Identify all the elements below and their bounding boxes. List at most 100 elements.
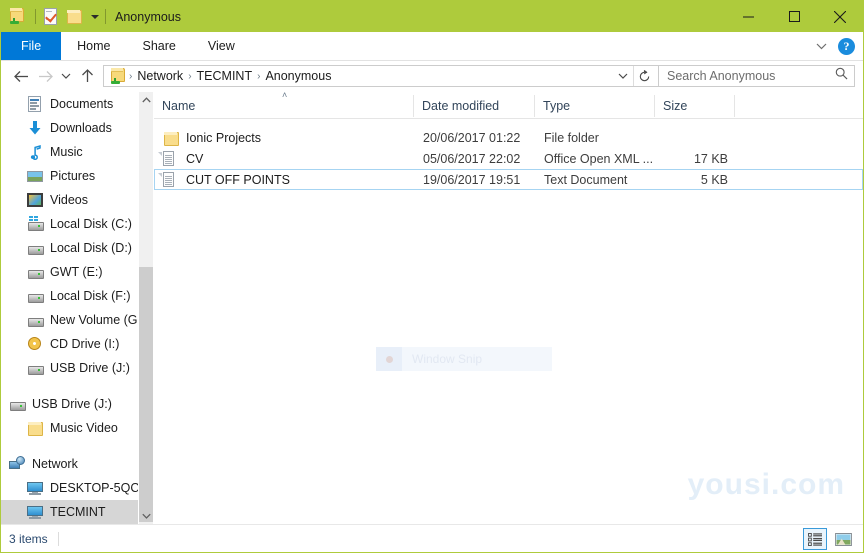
item-count-label: 3 items [9,532,59,546]
sidebar-item-downloads[interactable]: Downloads [1,116,138,140]
sidebar-item-label: USB Drive (J:) [32,397,112,411]
sidebar-item-cd-drive-i[interactable]: CD Drive (I:) [1,332,138,356]
expand-ribbon-chevron-icon[interactable] [808,32,834,60]
column-header-name[interactable]: ˄ Name [154,95,414,117]
text-document-icon [163,172,179,188]
sidebar-item-gwt-e[interactable]: GWT (E:) [1,260,138,284]
details-view-button[interactable] [803,528,827,550]
table-row[interactable]: CV05/06/2017 22:02Office Open XML ...17 … [154,148,863,169]
sidebar-item-label: Pictures [50,169,95,183]
tab-share[interactable]: Share [127,32,192,60]
drive-icon [27,288,43,304]
file-name-cell[interactable]: Ionic Projects [155,130,415,146]
file-list-pane[interactable]: ˄ Name Date modified Type Size Ionic Pro… [154,92,863,524]
table-row[interactable]: CUT OFF POINTS19/06/2017 19:51Text Docum… [154,169,863,190]
sidebar-item-label: DESKTOP-5QCN [50,481,138,495]
ribbon-right-controls: ? [808,32,863,60]
search-icon[interactable] [835,67,848,85]
document-icon [163,151,179,167]
nav-scrollbar-thumb[interactable] [139,267,154,522]
close-button[interactable] [817,1,863,32]
cd-drive-icon [27,336,43,352]
maximize-button[interactable] [771,1,817,32]
window-snip-overlay: Window Snip [376,347,552,371]
sidebar-item-label: Music Video [50,421,118,435]
breadcrumb-item-tecmint[interactable]: TECMINT [193,69,257,83]
column-header-size[interactable]: Size [655,95,735,117]
sidebar-item-pictures[interactable]: Pictures [1,164,138,188]
nav-scroll-down-icon[interactable] [139,508,154,524]
breadcrumb-right-controls [613,66,654,86]
sidebar-item-label: Network [32,457,78,471]
snip-tool-label: Window Snip [412,352,482,366]
network-icon [9,456,25,472]
sidebar-item-music[interactable]: Music [1,140,138,164]
explorer-body: Documents Downloads Music Pictures Videos Loc… [1,92,863,524]
recent-locations-chevron-icon[interactable] [57,64,75,88]
new-folder-icon[interactable] [66,8,84,26]
file-type-cell: Text Document [536,173,656,187]
network-share-icon[interactable] [9,8,27,26]
minimize-button[interactable] [725,1,771,32]
computer-icon [27,480,43,496]
sidebar-item-label: Music [50,145,83,159]
large-icons-view-button[interactable] [831,528,855,550]
sidebar-item-network[interactable]: Network [1,452,138,476]
help-icon[interactable]: ? [838,38,855,55]
sidebar-item-usb-drive-j[interactable]: USB Drive (J:) [1,392,138,416]
sidebar-spacer [1,380,138,392]
sidebar-item-label: CD Drive (I:) [50,337,119,351]
table-row[interactable]: Ionic Projects20/06/2017 01:22File folde… [154,127,863,148]
navigation-scrollbar[interactable] [138,92,153,524]
sidebar-item-music-video[interactable]: Music Video [1,416,138,440]
sidebar-item-desktop-5qcn[interactable]: DESKTOP-5QCN [1,476,138,500]
customize-chevron-icon[interactable] [91,15,99,19]
sidebar-item-label: TECMINT [50,505,106,519]
music-icon [27,144,43,160]
forward-button[interactable] [33,64,57,88]
sidebar-item-local-disk-c[interactable]: Local Disk (C:) [1,212,138,236]
breadcrumb[interactable]: › Network › TECMINT › Anonymous [103,65,659,87]
up-button[interactable] [75,64,99,88]
tab-file[interactable]: File [1,32,61,60]
nav-scroll-up-icon[interactable] [139,92,154,108]
column-header-date-modified[interactable]: Date modified [414,95,535,117]
sidebar-item-usb-drive-j[interactable]: USB Drive (J:) [1,356,138,380]
search-box[interactable]: Search Anonymous [659,65,855,87]
search-input[interactable]: Search Anonymous [667,69,835,83]
file-date-cell: 19/06/2017 19:51 [415,173,536,187]
watermark: yousi.com [688,468,845,502]
sidebar-item-label: Videos [50,193,88,207]
sidebar-item-documents[interactable]: Documents [1,92,138,116]
computer-icon [27,504,43,520]
folder-icon [27,420,43,436]
sidebar-item-label: Local Disk (F:) [50,289,131,303]
breadcrumb-item-anonymous[interactable]: Anonymous [261,69,335,83]
column-header-type[interactable]: Type [535,95,655,117]
tab-home[interactable]: Home [61,32,126,60]
sidebar-item-label: Documents [50,97,113,111]
column-header-type-label: Type [543,99,570,113]
breadcrumb-item-network[interactable]: Network [133,69,187,83]
sort-ascending-icon: ˄ [282,92,287,100]
file-size-cell: 5 KB [656,173,736,187]
file-name-label: CV [186,152,203,166]
file-name-cell[interactable]: CV [155,151,415,167]
file-name-cell[interactable]: CUT OFF POINTS [155,172,415,188]
column-header-date-label: Date modified [422,99,499,113]
refresh-icon[interactable] [633,66,654,86]
back-button[interactable] [9,64,33,88]
sidebar-item-local-disk-f[interactable]: Local Disk (F:) [1,284,138,308]
sidebar-spacer [1,440,138,452]
sidebar-item-label: Local Disk (C:) [50,217,132,231]
sidebar-item-videos[interactable]: Videos [1,188,138,212]
breadcrumb-dropdown-icon[interactable] [613,66,633,86]
tab-view[interactable]: View [192,32,251,60]
downloads-icon [27,120,43,136]
sidebar-item-local-disk-d[interactable]: Local Disk (D:) [1,236,138,260]
column-header-name-label: Name [162,99,195,113]
sidebar-item-new-volume-g[interactable]: New Volume (G: [1,308,138,332]
sidebar-item-tecmint[interactable]: TECMINT [1,500,153,524]
drive-icon [27,264,43,280]
properties-icon[interactable] [42,8,60,26]
